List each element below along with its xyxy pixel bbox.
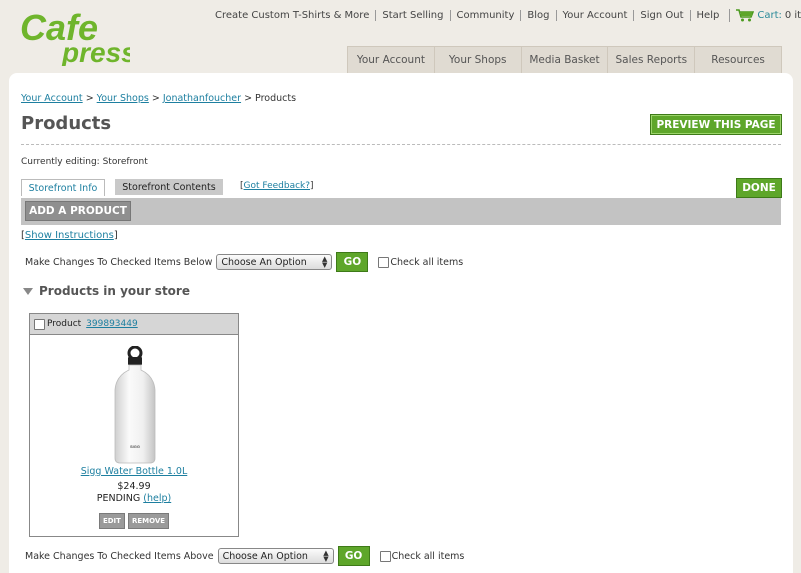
breadcrumb-your-account[interactable]: Your Account bbox=[21, 93, 83, 104]
nav-blog[interactable]: Blog bbox=[520, 9, 555, 21]
select-value: Choose An Option bbox=[221, 256, 307, 268]
section-title: Products in your store bbox=[39, 284, 190, 298]
product-name-link[interactable]: Sigg Water Bottle 1.0L bbox=[81, 466, 188, 477]
main-panel: Your Account > Your Shops > Jonathanfouc… bbox=[9, 73, 793, 573]
nav-your-account[interactable]: Your Account bbox=[555, 9, 634, 21]
breadcrumb-shop[interactable]: Jonathanfoucher bbox=[163, 93, 241, 104]
product-actions: EDIT REMOVE bbox=[30, 513, 238, 529]
tab-resources[interactable]: Resources bbox=[694, 46, 782, 73]
cart-icon bbox=[736, 8, 755, 21]
go-button[interactable]: GO bbox=[337, 546, 370, 566]
nav-create-custom[interactable]: Create Custom T-Shirts & More bbox=[210, 10, 375, 21]
bottle-brand: SIGG bbox=[130, 444, 140, 449]
bulk-actions-label: Make Changes To Checked Items Above bbox=[25, 550, 214, 562]
editing-label: Currently editing: Storefront bbox=[21, 157, 148, 167]
bulk-actions-bottom: Make Changes To Checked Items Above Choo… bbox=[25, 545, 464, 567]
nav-sign-out[interactable]: Sign Out bbox=[633, 9, 689, 21]
tab-storefront-contents[interactable]: Storefront Contents bbox=[115, 179, 223, 195]
check-all-checkbox[interactable] bbox=[378, 256, 390, 268]
product-status: PENDING (help) bbox=[30, 493, 238, 504]
check-all-label: Check all items bbox=[390, 256, 464, 268]
bulk-action-select[interactable]: Choose An Option ▲ ▼ bbox=[216, 254, 333, 270]
top-nav: Create Custom T-Shirts & More Start Sell… bbox=[210, 8, 801, 22]
bulk-actions-label: Make Changes To Checked Items Below bbox=[25, 256, 213, 268]
breadcrumb-separator: > bbox=[82, 93, 97, 104]
nav-help[interactable]: Help bbox=[689, 9, 726, 21]
tab-your-account[interactable]: Your Account bbox=[347, 46, 435, 73]
divider bbox=[21, 144, 781, 145]
product-id-link[interactable]: 399893449 bbox=[86, 319, 138, 329]
select-arrows-icon: ▲ ▼ bbox=[321, 255, 328, 269]
preview-page-button[interactable]: PREVIEW THIS PAGE bbox=[650, 114, 782, 135]
status-help-link[interactable]: (help) bbox=[143, 493, 171, 504]
feedback-link-wrap: [Got Feedback?] bbox=[240, 181, 314, 191]
section-header[interactable]: Products in your store bbox=[23, 284, 190, 298]
tab-your-shops[interactable]: Your Shops bbox=[433, 46, 522, 73]
go-button[interactable]: GO bbox=[336, 252, 369, 272]
collapse-triangle-icon[interactable] bbox=[23, 287, 33, 295]
show-instructions-wrap: [Show Instructions] bbox=[21, 230, 118, 241]
cart-count: 0 items bbox=[784, 9, 801, 21]
bulk-action-select[interactable]: Choose An Option ▲ ▼ bbox=[217, 548, 334, 564]
nav-community[interactable]: Community bbox=[449, 9, 521, 21]
breadcrumb: Your Account > Your Shops > Jonathanfouc… bbox=[21, 93, 296, 104]
cafepress-logo[interactable]: Cafe press bbox=[20, 6, 137, 68]
select-value: Choose An Option bbox=[222, 550, 308, 562]
status-text: PENDING bbox=[96, 493, 141, 504]
remove-button[interactable]: REMOVE bbox=[127, 513, 170, 529]
got-feedback-link[interactable]: Got Feedback? bbox=[244, 181, 311, 191]
tab-storefront-info[interactable]: Storefront Info bbox=[21, 179, 105, 196]
check-all: Check all items bbox=[379, 550, 465, 562]
tab-sales-reports[interactable]: Sales Reports bbox=[607, 46, 696, 73]
cart-link[interactable]: Cart: 0 items bbox=[729, 8, 801, 22]
logo-word-press: press bbox=[61, 37, 130, 66]
add-product-button[interactable]: ADD A PRODUCT bbox=[25, 201, 131, 221]
check-all-label: Check all items bbox=[391, 550, 465, 562]
page-title: Products bbox=[21, 113, 112, 134]
product-price: $24.99 bbox=[117, 481, 151, 492]
bracket-close: ] bbox=[310, 181, 314, 191]
check-all-checkbox[interactable] bbox=[379, 550, 391, 562]
product-card-header: Product 399893449 bbox=[30, 314, 238, 335]
breadcrumb-separator: > bbox=[241, 93, 256, 104]
cart-label[interactable]: Cart: bbox=[757, 10, 782, 21]
done-button[interactable]: DONE bbox=[736, 178, 782, 198]
product-checkbox-label: Product bbox=[47, 319, 82, 329]
main-tabs: Your Account Your Shops Media Basket Sal… bbox=[347, 46, 782, 73]
breadcrumb-your-shops[interactable]: Your Shops bbox=[97, 93, 149, 104]
tab-media-basket[interactable]: Media Basket bbox=[520, 46, 609, 73]
select-arrows-icon: ▲ ▼ bbox=[323, 549, 329, 563]
bulk-actions-top: Make Changes To Checked Items Below Choo… bbox=[25, 251, 463, 273]
water-bottle-image[interactable]: SIGG bbox=[110, 346, 160, 464]
action-bar: ADD A PRODUCT bbox=[21, 198, 781, 225]
nav-start-selling[interactable]: Start Selling bbox=[375, 9, 449, 21]
show-instructions-link[interactable]: Show Instructions bbox=[25, 230, 114, 241]
breadcrumb-current: Products bbox=[255, 93, 297, 104]
product-checkbox[interactable] bbox=[34, 318, 45, 330]
product-card: Product 399893449 SIGG Sigg Water Bottle… bbox=[29, 313, 239, 537]
check-all: Check all items bbox=[378, 256, 464, 268]
bracket-close: ] bbox=[113, 230, 118, 241]
edit-button[interactable]: EDIT bbox=[98, 513, 125, 529]
breadcrumb-separator: > bbox=[148, 93, 163, 104]
product-name-wrap: Sigg Water Bottle 1.0L bbox=[30, 466, 238, 477]
